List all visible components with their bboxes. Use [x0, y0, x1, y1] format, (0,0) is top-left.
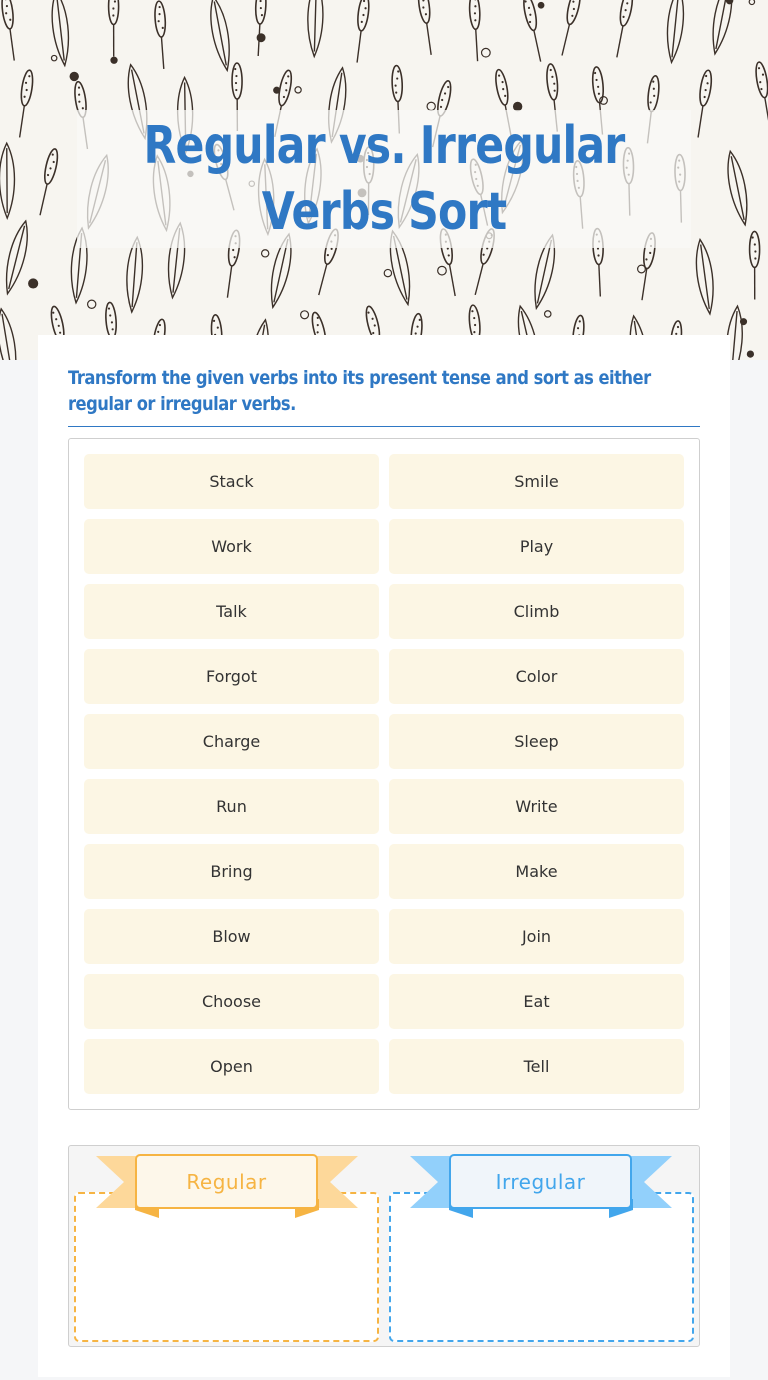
instructions-divider	[68, 426, 700, 427]
verb-tile[interactable]: Make	[389, 844, 684, 899]
wheat-stalk-icon	[154, 0, 167, 69]
leaf-icon	[666, 0, 685, 65]
regular-label: Regular	[135, 1154, 318, 1209]
page-title: Regular vs. Irregular Verbs Sort	[143, 116, 625, 242]
verb-tile[interactable]: Smile	[389, 454, 684, 509]
pattern-dot-icon	[739, 318, 748, 326]
wheat-stalk-icon	[417, 0, 432, 55]
leaf-icon	[210, 0, 230, 73]
verb-tile[interactable]: Blow	[84, 909, 379, 964]
leaf-icon	[0, 307, 17, 360]
pattern-dot-icon	[273, 86, 281, 94]
pattern-dot-icon	[110, 56, 118, 64]
verb-grid: Stack Smile Work Play Talk Climb Forgot …	[84, 454, 684, 1094]
pattern-dot-icon	[636, 264, 646, 274]
verb-tile[interactable]: Write	[389, 779, 684, 834]
wheat-stalk-icon	[356, 0, 370, 63]
pattern-dot-icon	[599, 96, 608, 105]
wheat-stalk-icon	[39, 148, 59, 216]
wheat-stalk-icon	[468, 0, 481, 62]
wheat-stalk-icon	[748, 230, 761, 300]
verb-tile[interactable]: Open	[84, 1039, 379, 1094]
wheat-stalk-icon	[616, 0, 634, 58]
pattern-dot-icon	[86, 299, 97, 309]
verb-bank: Stack Smile Work Play Talk Climb Forgot …	[68, 438, 700, 1110]
verb-tile[interactable]: Bring	[84, 844, 379, 899]
wheat-stalk-icon	[523, 0, 542, 62]
pattern-dot-icon	[50, 54, 58, 62]
leaf-icon	[126, 235, 144, 314]
pattern-dot-icon	[383, 268, 393, 278]
leaf-icon	[695, 238, 714, 316]
verb-tile[interactable]: Charge	[84, 714, 379, 769]
wheat-stalk-icon	[107, 0, 120, 57]
worksheet-card: Transform the given verbs into its prese…	[38, 335, 730, 1377]
regular-ribbon: Regular	[96, 1154, 358, 1218]
verb-tile[interactable]: Stack	[84, 454, 379, 509]
verb-tile[interactable]: Talk	[84, 584, 379, 639]
verb-tile[interactable]: Forgot	[84, 649, 379, 704]
pattern-dot-icon	[537, 1, 545, 9]
pattern-dot-icon	[256, 33, 266, 43]
leaf-icon	[0, 141, 16, 221]
wheat-stalk-icon	[561, 0, 581, 56]
pattern-dot-icon	[437, 265, 447, 276]
verb-tile[interactable]: Tell	[389, 1039, 684, 1094]
irregular-label: Irregular	[449, 1154, 632, 1209]
verb-tile[interactable]: Join	[389, 909, 684, 964]
instructions-text: Transform the given verbs into its prese…	[68, 367, 651, 415]
wheat-stalk-icon	[1, 0, 15, 61]
verb-tile[interactable]: Choose	[84, 974, 379, 1029]
pattern-dot-icon	[300, 310, 310, 320]
wheat-stalk-icon	[254, 0, 267, 57]
header-banner: Regular vs. Irregular Verbs Sort	[0, 0, 768, 360]
pattern-dot-icon	[294, 86, 302, 94]
irregular-ribbon: Irregular	[410, 1154, 672, 1218]
title-band: Regular vs. Irregular Verbs Sort	[77, 110, 691, 248]
verb-tile[interactable]: Climb	[389, 584, 684, 639]
leaf-icon	[727, 149, 748, 227]
pattern-dot-icon	[69, 71, 79, 82]
pattern-dot-icon	[28, 278, 39, 289]
pattern-dot-icon	[480, 47, 491, 58]
pattern-dot-icon	[543, 310, 552, 318]
wheat-stalk-icon	[18, 69, 34, 138]
leaf-icon	[307, 0, 324, 59]
verb-tile[interactable]: Play	[389, 519, 684, 574]
pattern-dot-icon	[746, 350, 755, 358]
pattern-dot-icon	[260, 249, 270, 258]
verb-tile[interactable]: Work	[84, 519, 379, 574]
wheat-stalk-icon	[755, 61, 768, 130]
leaf-icon	[712, 0, 733, 56]
verb-tile[interactable]: Color	[389, 649, 684, 704]
sort-area: Regular Irregular	[68, 1145, 700, 1347]
wheat-stalk-icon	[697, 69, 713, 138]
verb-tile[interactable]: Sleep	[389, 714, 684, 769]
pattern-dot-icon	[725, 0, 734, 5]
verb-tile[interactable]: Run	[84, 779, 379, 834]
verb-tile[interactable]: Eat	[389, 974, 684, 1029]
leaf-icon	[5, 219, 28, 296]
pattern-dot-icon	[748, 0, 756, 6]
